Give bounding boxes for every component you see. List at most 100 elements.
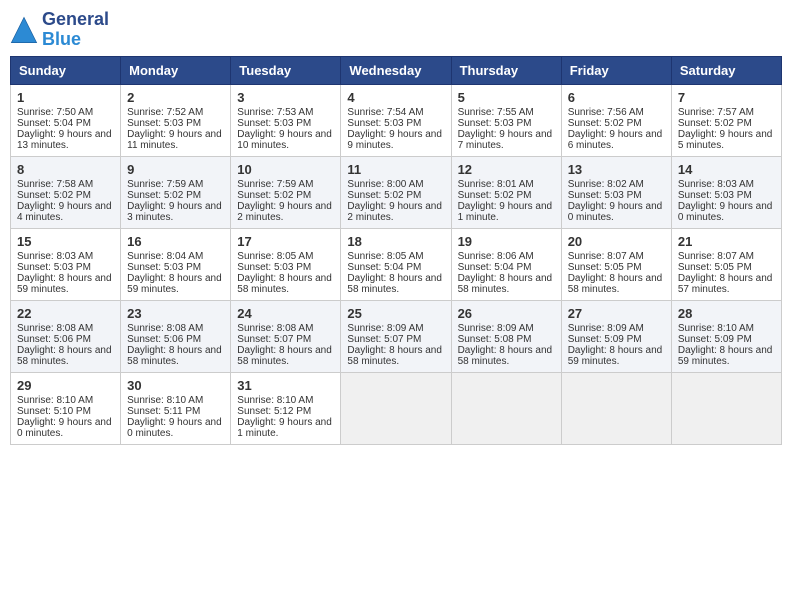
daylight-text: Daylight: 9 hours and 10 minutes.: [237, 129, 334, 151]
sunset-text: Sunset: 5:02 PM: [458, 190, 555, 201]
logo-icon: [10, 16, 38, 44]
day-number: 31: [237, 378, 334, 393]
day-header-wednesday: Wednesday: [341, 56, 451, 84]
sunrise-text: Sunrise: 7:53 AM: [237, 107, 334, 118]
sunset-text: Sunset: 5:08 PM: [458, 334, 555, 345]
daylight-text: Daylight: 9 hours and 4 minutes.: [17, 201, 114, 223]
day-cell: 28Sunrise: 8:10 AMSunset: 5:09 PMDayligh…: [671, 300, 781, 372]
day-number: 20: [568, 234, 665, 249]
day-cell: 23Sunrise: 8:08 AMSunset: 5:06 PMDayligh…: [121, 300, 231, 372]
day-cell: 16 Sunrise: 8:04 AMSunset: 5:03 PMDayligh…: [121, 228, 231, 300]
sunset-text: Sunset: 5:09 PM: [568, 334, 665, 345]
daylight-text: Daylight: 8 hours and 58 minutes.: [17, 345, 114, 367]
daylight-text: Daylight: 9 hours and 0 minutes.: [568, 201, 665, 223]
day-cell: 6Sunrise: 7:56 AMSunset: 5:02 PMDaylight…: [561, 84, 671, 156]
day-number: 21: [678, 234, 775, 249]
calendar-table: SundayMondayTuesdayWednesdayThursdayFrid…: [10, 56, 782, 445]
day-cell: 14Sunrise: 8:03 AMSunset: 5:03 PMDayligh…: [671, 156, 781, 228]
sunset-text: Sunset: 5:09 PM: [678, 334, 775, 345]
sunrise-text: Sunrise: 7:57 AM: [678, 107, 775, 118]
sunrise-text: Sunrise: 8:10 AM: [17, 395, 114, 406]
calendar-week-row: 1Sunrise: 7:50 AMSunset: 5:04 PMDaylight…: [11, 84, 782, 156]
day-number: 29: [17, 378, 114, 393]
daylight-text: Daylight: 8 hours and 59 minutes.: [17, 273, 114, 295]
day-cell: 30Sunrise: 8:10 AMSunset: 5:11 PMDayligh…: [121, 372, 231, 444]
day-number: 19: [458, 234, 555, 249]
day-cell: 8 Sunrise: 7:58 AMSunset: 5:02 PMDaylight…: [11, 156, 121, 228]
day-number: 14: [678, 162, 775, 177]
day-cell: 4Sunrise: 7:54 AMSunset: 5:03 PMDaylight…: [341, 84, 451, 156]
day-cell: 2Sunrise: 7:52 AMSunset: 5:03 PMDaylight…: [121, 84, 231, 156]
sunrise-text: Sunrise: 7:58 AM: [17, 179, 114, 190]
sunrise-text: Sunrise: 8:05 AM: [237, 251, 334, 262]
sunset-text: Sunset: 5:03 PM: [347, 118, 444, 129]
sunrise-text: Sunrise: 8:08 AM: [127, 323, 224, 334]
day-number: 22: [17, 306, 114, 321]
sunrise-text: Sunrise: 7:56 AM: [568, 107, 665, 118]
day-cell: 20Sunrise: 8:07 AMSunset: 5:05 PMDayligh…: [561, 228, 671, 300]
day-cell: 3 Sunrise: 7:53 AMSunset: 5:03 PMDaylight…: [231, 84, 341, 156]
page-header: General Blue: [10, 10, 782, 50]
day-number: 25: [347, 306, 444, 321]
sunrise-text: Sunrise: 8:08 AM: [237, 323, 334, 334]
daylight-text: Daylight: 8 hours and 58 minutes.: [237, 345, 334, 367]
sunset-text: Sunset: 5:07 PM: [237, 334, 334, 345]
sunset-text: Sunset: 5:02 PM: [17, 190, 114, 201]
day-cell: 22 Sunrise: 8:08 AMSunset: 5:06 PMDayligh…: [11, 300, 121, 372]
day-header-monday: Monday: [121, 56, 231, 84]
daylight-text: Daylight: 9 hours and 0 minutes.: [678, 201, 775, 223]
daylight-text: Daylight: 9 hours and 1 minute.: [237, 417, 334, 439]
daylight-text: Daylight: 9 hours and 2 minutes.: [347, 201, 444, 223]
day-cell: 10Sunrise: 7:59 AMSunset: 5:02 PMDayligh…: [231, 156, 341, 228]
sunrise-text: Sunrise: 8:10 AM: [678, 323, 775, 334]
day-number: 3: [237, 90, 334, 105]
day-header-tuesday: Tuesday: [231, 56, 341, 84]
calendar-week-row: 8Sunrise: 7:58 AMSunset: 5:02 PMDaylight…: [11, 156, 782, 228]
sunset-text: Sunset: 5:12 PM: [237, 406, 334, 417]
sunset-text: Sunset: 5:03 PM: [17, 262, 114, 273]
sunrise-text: Sunrise: 8:06 AM: [458, 251, 555, 262]
day-number: 8: [17, 162, 114, 177]
day-cell: 19Sunrise: 8:06 AMSunset: 5:04 PMDayligh…: [451, 228, 561, 300]
day-number: 30: [127, 378, 224, 393]
sunrise-text: Sunrise: 8:07 AM: [568, 251, 665, 262]
sunset-text: Sunset: 5:07 PM: [347, 334, 444, 345]
day-cell: 11Sunrise: 8:00 AMSunset: 5:02 PMDayligh…: [341, 156, 451, 228]
sunset-text: Sunset: 5:02 PM: [347, 190, 444, 201]
sunrise-text: Sunrise: 8:09 AM: [458, 323, 555, 334]
daylight-text: Daylight: 9 hours and 9 minutes.: [347, 129, 444, 151]
daylight-text: Daylight: 9 hours and 13 minutes.: [17, 129, 114, 151]
daylight-text: Daylight: 9 hours and 3 minutes.: [127, 201, 224, 223]
day-header-sunday: Sunday: [11, 56, 121, 84]
sunrise-text: Sunrise: 7:59 AM: [127, 179, 224, 190]
sunrise-text: Sunrise: 8:04 AM: [127, 251, 224, 262]
calendar-header-row: SundayMondayTuesdayWednesdayThursdayFrid…: [11, 56, 782, 84]
daylight-text: Daylight: 8 hours and 58 minutes.: [568, 273, 665, 295]
sunrise-text: Sunrise: 8:09 AM: [568, 323, 665, 334]
sunset-text: Sunset: 5:03 PM: [127, 262, 224, 273]
sunset-text: Sunset: 5:06 PM: [17, 334, 114, 345]
sunrise-text: Sunrise: 8:07 AM: [678, 251, 775, 262]
day-cell: 13Sunrise: 8:02 AMSunset: 5:03 PMDayligh…: [561, 156, 671, 228]
daylight-text: Daylight: 9 hours and 7 minutes.: [458, 129, 555, 151]
daylight-text: Daylight: 8 hours and 59 minutes.: [127, 273, 224, 295]
sunset-text: Sunset: 5:03 PM: [237, 262, 334, 273]
daylight-text: Daylight: 8 hours and 57 minutes.: [678, 273, 775, 295]
sunset-text: Sunset: 5:02 PM: [237, 190, 334, 201]
sunrise-text: Sunrise: 8:08 AM: [17, 323, 114, 334]
day-cell: 9Sunrise: 7:59 AMSunset: 5:02 PMDaylight…: [121, 156, 231, 228]
sunset-text: Sunset: 5:03 PM: [568, 190, 665, 201]
day-cell: 12Sunrise: 8:01 AMSunset: 5:02 PMDayligh…: [451, 156, 561, 228]
day-number: 23: [127, 306, 224, 321]
sunrise-text: Sunrise: 7:59 AM: [237, 179, 334, 190]
day-number: 27: [568, 306, 665, 321]
sunrise-text: Sunrise: 7:50 AM: [17, 107, 114, 118]
day-cell: 21 Sunrise: 8:07 AMSunset: 5:05 PMDayligh…: [671, 228, 781, 300]
day-cell: 31Sunrise: 8:10 AMSunset: 5:12 PMDayligh…: [231, 372, 341, 444]
day-number: 24: [237, 306, 334, 321]
sunset-text: Sunset: 5:05 PM: [678, 262, 775, 273]
day-number: 6: [568, 90, 665, 105]
day-number: 16: [127, 234, 224, 249]
sunset-text: Sunset: 5:03 PM: [237, 118, 334, 129]
empty-day-cell: [671, 372, 781, 444]
